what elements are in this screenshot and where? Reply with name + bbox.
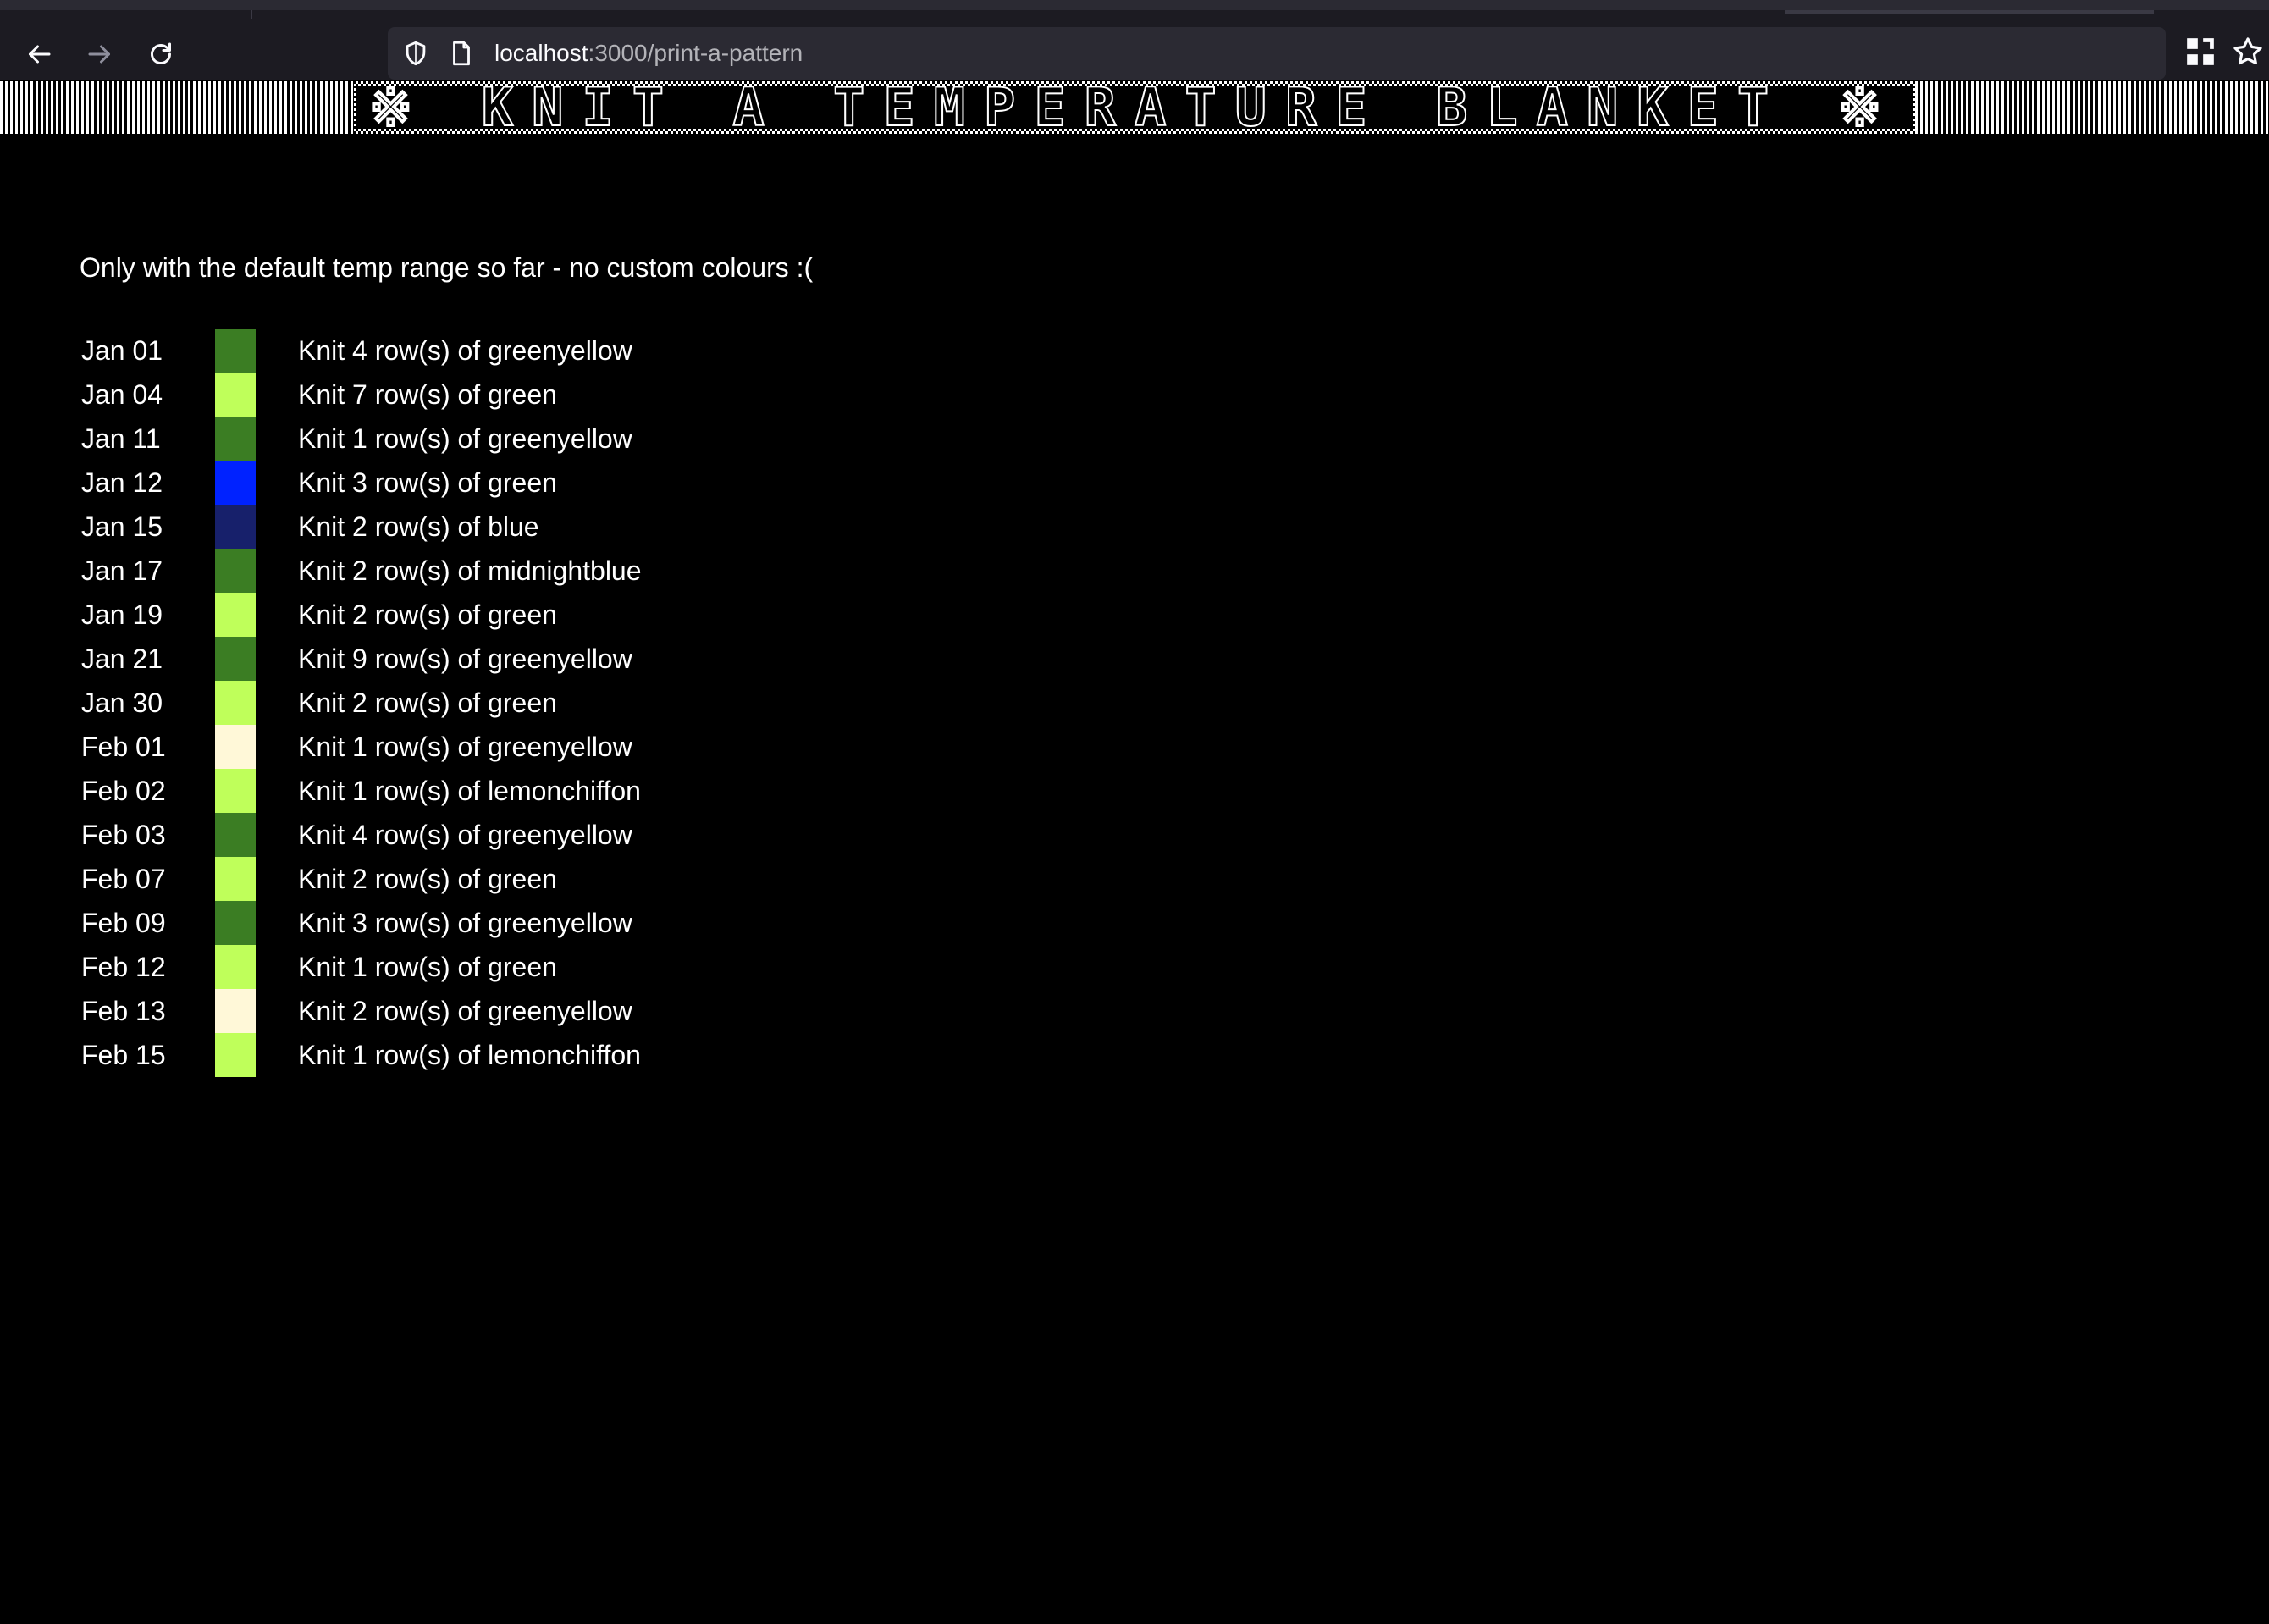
url-host: localhost	[494, 40, 588, 66]
row-instruction: Knit 1 row(s) of lemonchiffon	[298, 776, 641, 806]
color-swatch	[215, 945, 256, 989]
color-swatch	[215, 1033, 256, 1077]
pattern-row: Jan 19 Knit 2 row(s) of green	[80, 593, 842, 637]
color-swatch	[215, 681, 256, 725]
row-date: Feb 15	[81, 1040, 166, 1070]
pattern-row: Jan 04 Knit 7 row(s) of green	[80, 373, 842, 417]
color-swatch	[215, 505, 256, 549]
row-date: Feb 03	[81, 820, 166, 850]
arrow-left-icon	[29, 45, 51, 64]
tab-indicator	[1785, 10, 2154, 14]
row-instruction: Knit 1 row(s) of greenyellow	[298, 423, 632, 454]
tab-separator	[251, 10, 252, 19]
pattern-row: Jan 21 Knit 9 row(s) of greenyellow	[80, 637, 842, 681]
back-button[interactable]	[14, 29, 64, 80]
page-icon[interactable]	[447, 39, 476, 68]
arrow-right-icon	[88, 45, 110, 64]
row-date: Jan 15	[81, 511, 163, 542]
row-instruction: Knit 2 row(s) of green	[298, 599, 557, 630]
row-instruction: Knit 1 row(s) of lemonchiffon	[298, 1040, 641, 1070]
row-date: Jan 11	[81, 423, 161, 454]
row-date: Jan 19	[81, 599, 163, 630]
row-date: Jan 21	[81, 644, 163, 674]
url-text[interactable]: localhost:3000/print-a-pattern	[494, 37, 803, 69]
pattern-row: Jan 15 Knit 2 row(s) of blue	[80, 505, 842, 549]
url-path: :3000/print-a-pattern	[588, 40, 803, 66]
color-swatch	[215, 461, 256, 505]
color-swatch	[215, 417, 256, 461]
color-swatch	[215, 857, 256, 901]
page-title: ※ KNIT A TEMPERATURE BLANKET ※	[367, 76, 1901, 138]
row-date: Feb 13	[81, 996, 166, 1026]
color-swatch	[215, 901, 256, 945]
pattern-row: Feb 02 Knit 1 row(s) of lemonchiffon	[80, 769, 842, 813]
pattern-row: Feb 12 Knit 1 row(s) of green	[80, 945, 842, 989]
row-instruction: Knit 3 row(s) of green	[298, 467, 557, 498]
color-swatch	[215, 813, 256, 857]
pattern-row: Feb 01 Knit 1 row(s) of greenyellow	[80, 725, 842, 769]
color-swatch	[215, 373, 256, 417]
page-banner: ※ KNIT A TEMPERATURE BLANKET ※	[0, 76, 2269, 138]
extensions-icon[interactable]	[2184, 36, 2217, 68]
row-date: Feb 02	[81, 776, 166, 806]
color-swatch	[215, 593, 256, 637]
row-date: Jan 30	[81, 688, 163, 718]
pattern-row: Jan 12 Knit 3 row(s) of green	[80, 461, 842, 505]
row-instruction: Knit 2 row(s) of green	[298, 864, 557, 894]
pattern-row: Feb 03 Knit 4 row(s) of greenyellow	[80, 813, 842, 857]
row-instruction: Knit 2 row(s) of midnightblue	[298, 555, 642, 586]
row-instruction: Knit 1 row(s) of green	[298, 952, 557, 982]
row-instruction: Knit 2 row(s) of greenyellow	[298, 996, 632, 1026]
row-date: Jan 17	[81, 555, 163, 586]
row-instruction: Knit 2 row(s) of blue	[298, 511, 539, 542]
url-bar[interactable]: localhost:3000/print-a-pattern	[388, 27, 2166, 80]
row-date: Jan 01	[81, 335, 163, 366]
row-instruction: Knit 4 row(s) of greenyellow	[298, 820, 632, 850]
color-swatch	[215, 637, 256, 681]
row-instruction: Knit 9 row(s) of greenyellow	[298, 644, 632, 674]
pattern-row: Feb 09 Knit 3 row(s) of greenyellow	[80, 901, 842, 945]
row-date: Feb 01	[81, 732, 166, 762]
color-swatch	[215, 549, 256, 593]
shield-icon[interactable]	[401, 39, 430, 68]
intro-text: Only with the default temp range so far …	[80, 252, 814, 283]
reload-icon	[151, 42, 171, 64]
color-swatch	[215, 329, 256, 373]
row-date: Feb 09	[81, 908, 166, 938]
pattern-row: Feb 13 Knit 2 row(s) of greenyellow	[80, 989, 842, 1033]
pattern-row: Feb 07 Knit 2 row(s) of green	[80, 857, 842, 901]
color-swatch	[215, 989, 256, 1033]
forward-button[interactable]	[75, 29, 125, 80]
row-date: Jan 12	[81, 467, 163, 498]
pattern-row: Jan 17 Knit 2 row(s) of midnightblue	[80, 549, 842, 593]
row-instruction: Knit 2 row(s) of green	[298, 688, 557, 718]
bookmark-star-icon[interactable]	[2232, 36, 2264, 68]
reload-button[interactable]	[135, 29, 186, 80]
row-date: Jan 04	[81, 379, 163, 410]
pattern-row: Jan 30 Knit 2 row(s) of green	[80, 681, 842, 725]
pattern-row: Feb 15 Knit 1 row(s) of lemonchiffon	[80, 1033, 842, 1077]
row-instruction: Knit 4 row(s) of greenyellow	[298, 335, 632, 366]
row-instruction: Knit 1 row(s) of greenyellow	[298, 732, 632, 762]
row-date: Feb 12	[81, 952, 166, 982]
banner-title-box: ※ KNIT A TEMPERATURE BLANKET ※	[354, 76, 1915, 138]
pattern-list: Jan 01 Knit 4 row(s) of greenyellow Jan 04…	[80, 329, 842, 1077]
row-instruction: Knit 7 row(s) of green	[298, 379, 557, 410]
row-date: Feb 07	[81, 864, 166, 894]
pattern-row: Jan 01 Knit 4 row(s) of greenyellow	[80, 329, 842, 373]
browser-toolbar: localhost:3000/print-a-pattern	[0, 0, 2269, 80]
pattern-row: Jan 11 Knit 1 row(s) of greenyellow	[80, 417, 842, 461]
color-swatch	[215, 769, 256, 813]
row-instruction: Knit 3 row(s) of greenyellow	[298, 908, 632, 938]
color-swatch	[215, 725, 256, 769]
